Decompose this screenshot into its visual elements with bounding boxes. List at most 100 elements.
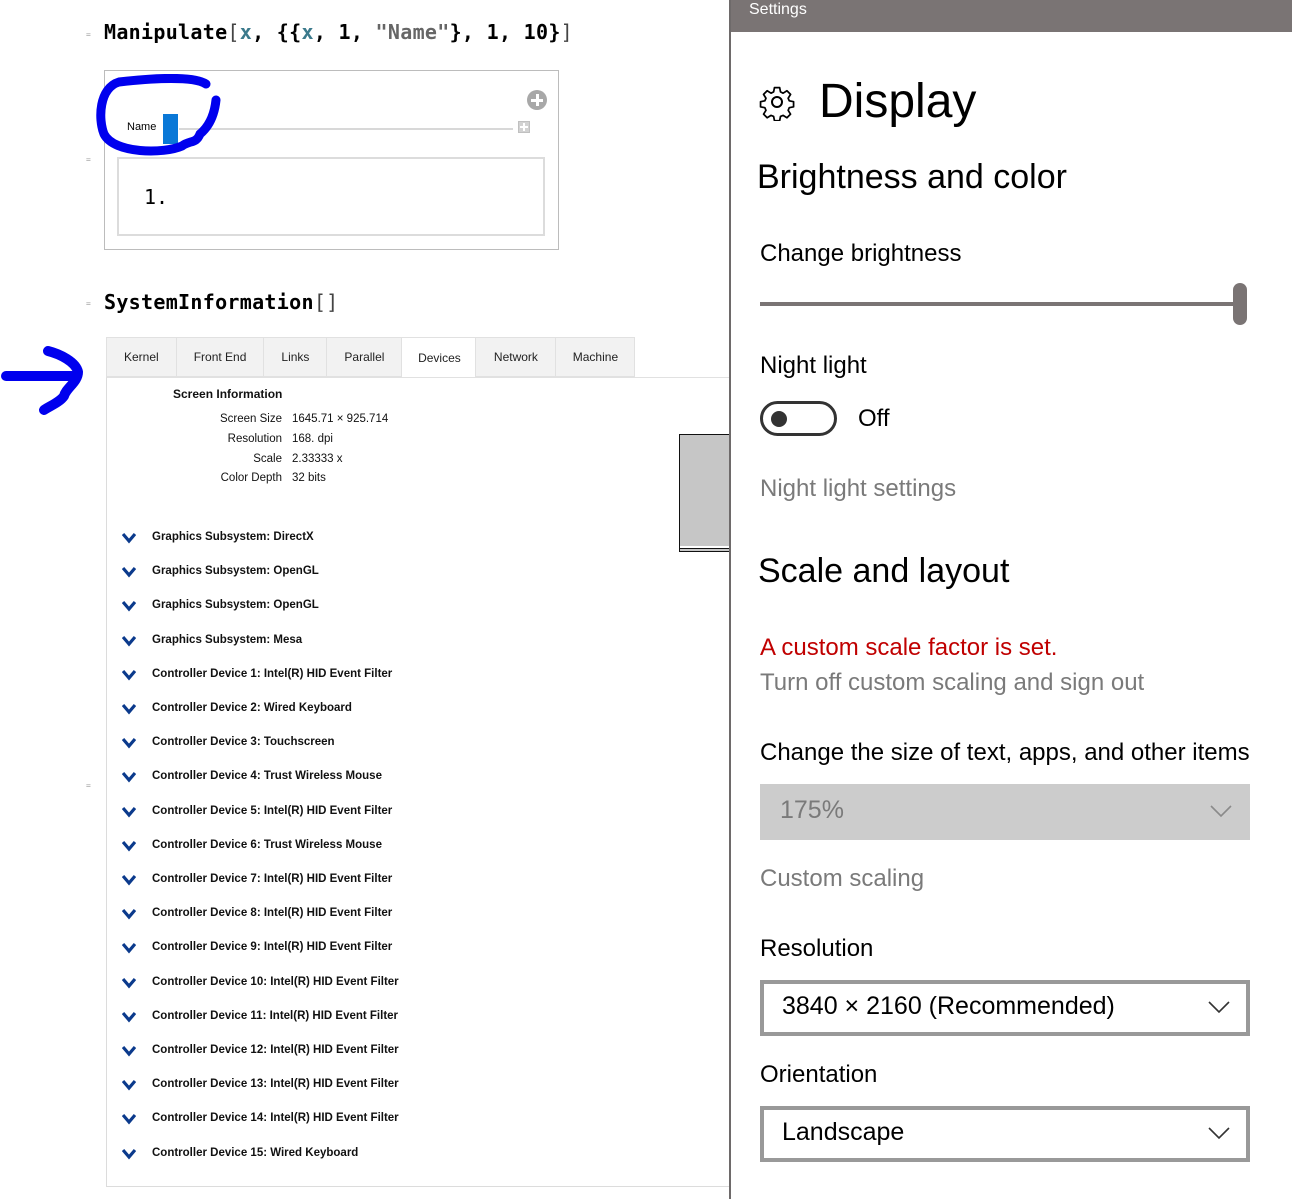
device-label: Controller Device 2: Wired Keyboard — [152, 702, 352, 714]
cell-bracket[interactable]: = — [86, 31, 92, 39]
chevron-down-icon[interactable] — [122, 635, 136, 647]
turn-off-custom-scaling-link[interactable]: Turn off custom scaling and sign out — [760, 669, 1144, 697]
chevron-down-icon[interactable] — [122, 600, 136, 612]
orientation-label: Orientation — [760, 1061, 878, 1088]
manipulate-input-cell[interactable]: Manipulate[x, {{x, 1, "Name"}, 1, 10}] — [104, 20, 573, 44]
chevron-down-icon[interactable] — [122, 908, 136, 920]
scale-section-heading: Scale and layout — [758, 552, 1010, 590]
chevron-down-icon[interactable] — [122, 977, 136, 989]
tab-devices[interactable]: Devices — [401, 337, 476, 379]
chevron-down-icon[interactable] — [122, 566, 136, 578]
brightness-section-heading: Brightness and color — [757, 158, 1067, 196]
resolution-dropdown-value: 3840 × 2160 (Recommended) — [782, 992, 1115, 1020]
chevron-down-icon — [1210, 805, 1232, 818]
chevron-down-icon[interactable] — [122, 703, 136, 715]
tab-parallel[interactable]: Parallel — [326, 337, 402, 377]
size-label: Change the size of text, apps, and other… — [760, 739, 1250, 766]
function-name: Manipulate — [104, 20, 228, 44]
orientation-dropdown-value: Landscape — [782, 1118, 905, 1146]
manipulate-panel: Name 1. — [104, 70, 559, 250]
device-label: Controller Device 14: Intel(R) HID Event… — [152, 1112, 399, 1125]
scale-dropdown[interactable]: 175% — [760, 784, 1250, 840]
chevron-down-icon[interactable] — [122, 874, 136, 886]
toggle-knob — [771, 411, 787, 427]
night-light-label: Night light — [760, 352, 867, 379]
cell-bracket[interactable]: = — [86, 156, 92, 164]
chevron-down-icon — [1208, 1001, 1230, 1014]
night-light-state: Off — [858, 405, 890, 432]
scale-dropdown-value: 175% — [780, 796, 844, 824]
annotation-arrow — [1, 346, 83, 415]
title-bar[interactable]: Settings — [731, 0, 1292, 32]
device-label: Graphics Subsystem: Mesa — [152, 633, 303, 646]
slider-thumb[interactable] — [163, 114, 178, 144]
brightness-slider-thumb[interactable] — [1233, 283, 1247, 325]
chevron-down-icon[interactable] — [122, 840, 136, 852]
variable: x — [239, 20, 253, 44]
add-controls-icon[interactable] — [527, 90, 547, 110]
variable: x — [301, 20, 314, 44]
tab-links[interactable]: Links — [263, 337, 327, 377]
chevron-down-icon[interactable] — [122, 737, 136, 749]
tab-kernel[interactable]: Kernel — [106, 337, 176, 377]
device-label: Controller Device 3: Touchscreen — [152, 736, 335, 749]
device-label: Controller Device 8: Intel(R) HID Event … — [152, 907, 393, 920]
chevron-down-icon[interactable] — [122, 532, 136, 544]
tab-network[interactable]: Network — [475, 337, 556, 377]
device-label: Controller Device 1: Intel(R) HID Event … — [152, 667, 393, 680]
chevron-down-icon[interactable] — [122, 1113, 136, 1125]
chevron-down-icon[interactable] — [122, 806, 136, 818]
tab-front-end[interactable]: Front End — [175, 337, 264, 377]
chevron-down-icon[interactable] — [122, 1079, 136, 1091]
devices-panel: Screen Information Screen Size 1645.71 ×… — [106, 377, 746, 1187]
chevron-down-icon[interactable] — [122, 942, 136, 954]
slider-track[interactable] — [179, 128, 513, 130]
resolution-dropdown[interactable]: 3840 × 2160 (Recommended) — [760, 980, 1250, 1036]
night-light-toggle[interactable] — [760, 401, 837, 436]
device-label: Controller Device 9: Intel(R) HID Event … — [152, 941, 393, 954]
info-key: Color Depth — [220, 472, 282, 484]
change-brightness-label: Change brightness — [760, 240, 962, 267]
separator: }, 1, 10} — [449, 20, 561, 44]
chevron-down-icon[interactable] — [122, 1045, 136, 1057]
device-label: Controller Device 4: Trust Wireless Mous… — [152, 770, 382, 783]
info-value: 168. dpi — [292, 433, 333, 445]
info-value: 1645.71 × 925.714 — [292, 413, 389, 425]
info-key: Screen Size — [219, 413, 282, 425]
orientation-dropdown[interactable]: Landscape — [760, 1106, 1250, 1162]
chevron-down-icon[interactable] — [122, 669, 136, 681]
expand-animator-icon[interactable] — [518, 121, 530, 133]
separator: , {{ — [252, 20, 302, 44]
mathematica-notebook: = Manipulate[x, {{x, 1, "Name"}, 1, 10}]… — [0, 0, 746, 1199]
gear-icon — [759, 86, 795, 121]
chevron-down-icon — [1208, 1127, 1230, 1140]
cell-bracket[interactable]: = — [86, 782, 92, 790]
device-label: Graphics Subsystem: DirectX — [152, 531, 314, 543]
device-label: Controller Device 15: Wired Keyboard — [152, 1146, 359, 1159]
chevron-down-icon[interactable] — [122, 1011, 136, 1023]
resolution-label: Resolution — [760, 935, 874, 962]
bracket: [] — [313, 290, 339, 314]
slider-label: Name — [127, 121, 157, 133]
chevron-down-icon[interactable] — [122, 1148, 136, 1160]
system-information-panel: Kernel Front End Links Parallel Devices … — [106, 337, 746, 1187]
settings-window: Settings Display Brightness and color Ch… — [729, 0, 1292, 1199]
brightness-slider-track[interactable] — [760, 302, 1240, 306]
device-label: Controller Device 11: Intel(R) HID Event… — [152, 1009, 399, 1022]
info-key: Resolution — [227, 433, 282, 445]
chevron-down-icon[interactable] — [122, 771, 136, 783]
custom-scale-warning: A custom scale factor is set. — [760, 634, 1058, 661]
cell-bracket[interactable]: = — [86, 300, 92, 308]
bracket: ] — [560, 20, 574, 44]
bracket: [ — [227, 20, 240, 44]
device-label: Controller Device 7: Intel(R) HID Event … — [152, 873, 393, 885]
tab-machine[interactable]: Machine — [555, 337, 636, 377]
night-light-settings-link[interactable]: Night light settings — [760, 475, 956, 503]
window-title: Settings — [749, 1, 807, 18]
output-value: 1. — [144, 185, 169, 209]
custom-scaling-link[interactable]: Custom scaling — [760, 865, 924, 893]
sysinfo-input-cell[interactable]: SystemInformation[] — [104, 290, 339, 314]
device-label: Controller Device 5: Intel(R) HID Event … — [152, 804, 393, 817]
screen-information-heading: Screen Information — [173, 387, 283, 401]
device-label: Controller Device 6: Trust Wireless Mous… — [152, 838, 382, 851]
